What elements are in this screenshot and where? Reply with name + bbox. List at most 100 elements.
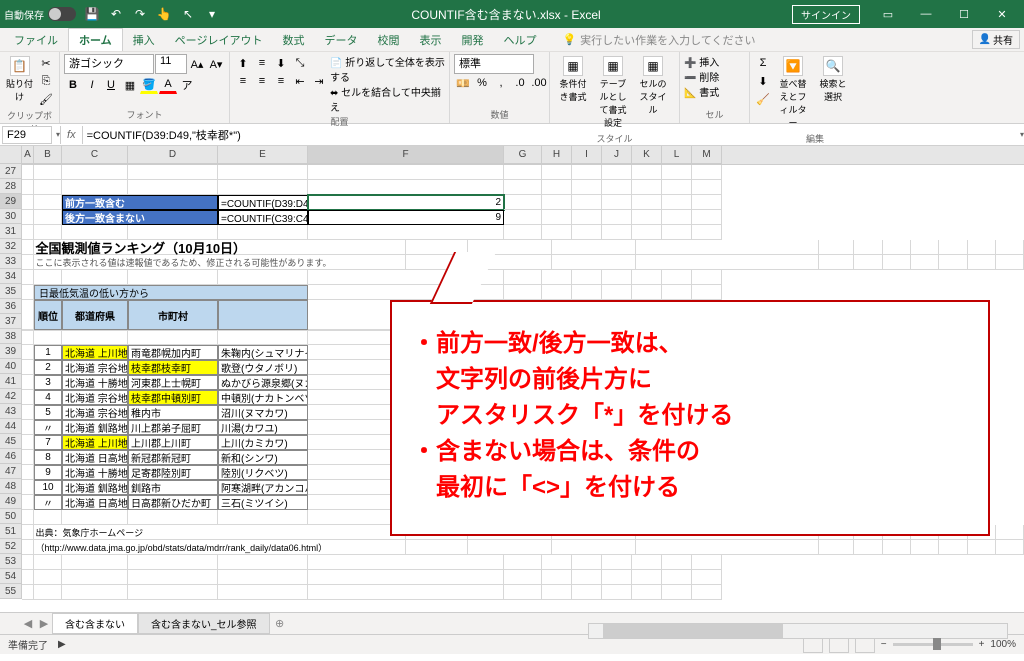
- cell-C47[interactable]: 北海道 十勝地方: [62, 465, 128, 480]
- cell-G33[interactable]: [819, 255, 855, 270]
- cell-A46[interactable]: [22, 450, 34, 465]
- cell-D40[interactable]: 枝幸郡枝幸町: [128, 360, 218, 375]
- cell-M27[interactable]: [692, 165, 722, 180]
- font-size-select[interactable]: 11: [155, 54, 187, 74]
- cell-C50[interactable]: [62, 510, 128, 525]
- cell-K55[interactable]: [632, 585, 662, 600]
- cell-B35[interactable]: 日最低気温の低い方から: [34, 285, 308, 300]
- cell-G54[interactable]: [504, 570, 542, 585]
- cell-G31[interactable]: [504, 225, 542, 240]
- cell-K32[interactable]: [939, 240, 967, 255]
- zoom-slider[interactable]: [893, 643, 973, 646]
- cell-F54[interactable]: [308, 570, 504, 585]
- cell-A32[interactable]: [22, 240, 34, 255]
- decrease-font-icon[interactable]: A▾: [207, 55, 225, 73]
- macro-record-icon[interactable]: ▶: [58, 639, 66, 650]
- formula-expand-icon[interactable]: ▾: [1020, 130, 1024, 139]
- cell-L31[interactable]: [662, 225, 692, 240]
- cell-J29[interactable]: [602, 195, 632, 210]
- row-header-48[interactable]: 48: [0, 479, 22, 494]
- sort-filter-button[interactable]: 🔽並べ替えとフィルター: [774, 54, 812, 131]
- row-header-37[interactable]: 37: [0, 314, 22, 329]
- cell-I55[interactable]: [572, 585, 602, 600]
- zoom-level[interactable]: 100%: [990, 639, 1016, 650]
- row-header-42[interactable]: 42: [0, 389, 22, 404]
- cell-B55[interactable]: [34, 585, 62, 600]
- bold-icon[interactable]: B: [64, 76, 82, 94]
- row-header-40[interactable]: 40: [0, 359, 22, 374]
- row-header-47[interactable]: 47: [0, 464, 22, 479]
- name-box[interactable]: [2, 126, 52, 144]
- cell-B29[interactable]: [34, 195, 62, 210]
- tab-next-icon[interactable]: ▶: [36, 617, 52, 630]
- row-header-50[interactable]: 50: [0, 509, 22, 524]
- cell-E38[interactable]: [218, 330, 308, 345]
- row-header-44[interactable]: 44: [0, 419, 22, 434]
- cell-B36[interactable]: 順位: [34, 300, 62, 330]
- cell-A35[interactable]: [22, 285, 34, 300]
- cell-G34[interactable]: [504, 270, 542, 285]
- conditional-format-button[interactable]: ▦条件付き書式: [554, 54, 592, 105]
- cell-M32[interactable]: [996, 240, 1024, 255]
- cell-E42[interactable]: 中頓別(ナカトンベツ): [218, 390, 308, 405]
- align-top-icon[interactable]: ⬆: [234, 54, 252, 72]
- cell-E39[interactable]: 朱鞠内(シュマリナイ): [218, 345, 308, 360]
- col-header-B[interactable]: B: [34, 146, 62, 164]
- cursor-icon[interactable]: ↖: [180, 6, 196, 22]
- cell-A48[interactable]: [22, 480, 34, 495]
- fill-color-icon[interactable]: 🪣: [140, 76, 158, 94]
- cell-B50[interactable]: [34, 510, 62, 525]
- cell-E32[interactable]: [552, 240, 636, 255]
- cell-H53[interactable]: [542, 555, 572, 570]
- cell-D55[interactable]: [128, 585, 218, 600]
- cell-L35[interactable]: [662, 285, 692, 300]
- cell-C39[interactable]: 北海道 上川地方: [62, 345, 128, 360]
- cell-M51[interactable]: [996, 525, 1024, 540]
- cell-H32[interactable]: [854, 240, 882, 255]
- cell-B43[interactable]: 5: [34, 405, 62, 420]
- row-header-34[interactable]: 34: [0, 269, 22, 284]
- col-header-H[interactable]: H: [542, 146, 572, 164]
- cell-M30[interactable]: [692, 210, 722, 225]
- cell-I53[interactable]: [572, 555, 602, 570]
- row-header-49[interactable]: 49: [0, 494, 22, 509]
- cell-I54[interactable]: [572, 570, 602, 585]
- touch-mode-icon[interactable]: 👆: [156, 6, 172, 22]
- cell-L52[interactable]: [968, 540, 996, 555]
- cell-D44[interactable]: 川上郡弟子屈町: [128, 420, 218, 435]
- cell-K29[interactable]: [632, 195, 662, 210]
- row-header-32[interactable]: 32: [0, 239, 22, 254]
- cell-A43[interactable]: [22, 405, 34, 420]
- cell-L28[interactable]: [662, 180, 692, 195]
- cell-J31[interactable]: [602, 225, 632, 240]
- tab-prev-icon[interactable]: ◀: [20, 617, 36, 630]
- cell-L32[interactable]: [968, 240, 996, 255]
- cell-B39[interactable]: 1: [34, 345, 62, 360]
- cell-E49[interactable]: 三石(ミツイシ): [218, 495, 308, 510]
- insert-cells-button[interactable]: ➕ 挿入: [684, 54, 719, 69]
- cell-K52[interactable]: [939, 540, 967, 555]
- cell-J27[interactable]: [602, 165, 632, 180]
- cell-D36[interactable]: 市町村: [128, 300, 218, 330]
- col-header-A[interactable]: A: [22, 146, 34, 164]
- cell-D34[interactable]: [128, 270, 218, 285]
- paste-button[interactable]: 📋 貼り付け: [4, 54, 35, 105]
- cell-L33[interactable]: [968, 255, 996, 270]
- cell-D39[interactable]: 雨竜郡幌加内町: [128, 345, 218, 360]
- font-name-select[interactable]: 游ゴシック: [64, 54, 154, 74]
- cell-G55[interactable]: [504, 585, 542, 600]
- menu-developer[interactable]: 開発: [451, 29, 493, 51]
- cell-B41[interactable]: 3: [34, 375, 62, 390]
- cell-B45[interactable]: 7: [34, 435, 62, 450]
- menu-data[interactable]: データ: [314, 29, 367, 51]
- fill-icon[interactable]: ⬇: [754, 72, 772, 90]
- cell-G32[interactable]: [819, 240, 855, 255]
- cell-D52[interactable]: [468, 540, 552, 555]
- cell-C38[interactable]: [62, 330, 128, 345]
- cell-B34[interactable]: [34, 270, 62, 285]
- cell-K34[interactable]: [632, 270, 662, 285]
- cell-A41[interactable]: [22, 375, 34, 390]
- cell-B53[interactable]: [34, 555, 62, 570]
- signin-button[interactable]: サインイン: [792, 5, 860, 24]
- format-painter-icon[interactable]: 🖌: [37, 90, 55, 108]
